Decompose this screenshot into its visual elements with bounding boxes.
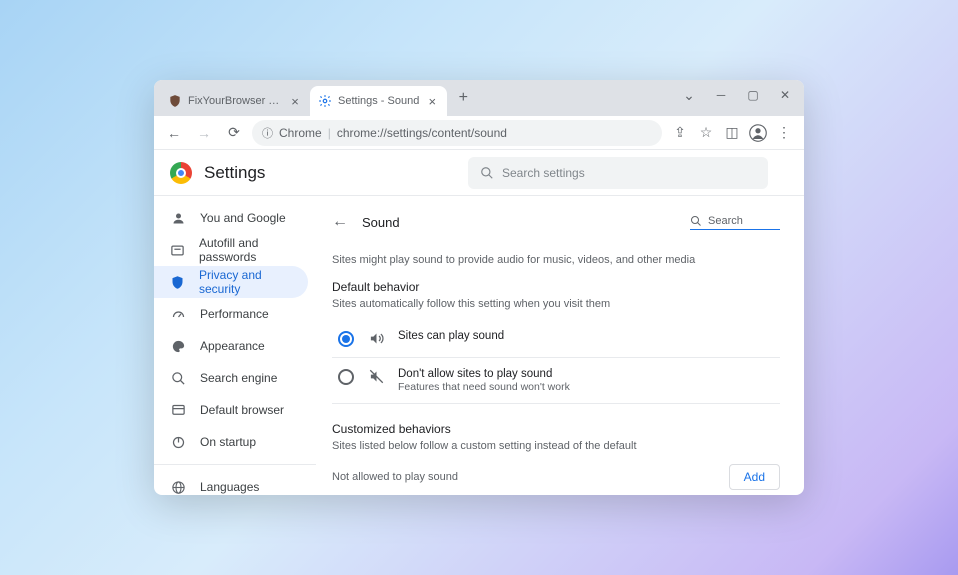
section-title: Sound xyxy=(362,215,676,230)
search-icon xyxy=(170,370,186,386)
add-not-allowed-button[interactable]: Add xyxy=(729,464,780,490)
radio-allow-sound[interactable]: Sites can play sound xyxy=(332,320,780,358)
page-title: Settings xyxy=(204,163,265,183)
favicon-shield-icon xyxy=(168,94,182,108)
default-behavior-title: Default behavior xyxy=(332,280,780,294)
site-row: https://fixyourbrowser.com:443 ▸ ⋮ xyxy=(332,490,780,495)
volume-mute-icon xyxy=(368,369,384,384)
sidepanel-icon[interactable]: ◫ xyxy=(720,121,744,145)
tab-close-icon[interactable]: × xyxy=(425,94,439,108)
radio-label: Don't allow sites to play sound xyxy=(398,368,570,380)
sidebar-item-languages[interactable]: Languages xyxy=(154,471,316,495)
globe-icon xyxy=(170,479,186,495)
window-controls: ⌄ ─ ▢ ✕ xyxy=(674,80,800,110)
intro-text: Sites might play sound to provide audio … xyxy=(332,254,780,266)
bookmark-icon[interactable]: ☆ xyxy=(694,121,718,145)
tab-settings[interactable]: Settings - Sound × xyxy=(310,86,447,116)
tab-label: Settings - Sound xyxy=(338,95,419,107)
toolbar: ← → ⟳ ⓘ Chrome | chrome://settings/conte… xyxy=(154,116,804,150)
volume-icon xyxy=(368,331,384,346)
sidebar: You and Google Autofill and passwords Pr… xyxy=(154,196,316,495)
profile-icon[interactable] xyxy=(746,121,770,145)
forward-button[interactable]: → xyxy=(192,121,216,145)
main-panel: ← Sound Search Sites might play sound to… xyxy=(316,196,804,495)
custom-title: Customized behaviors xyxy=(332,422,780,436)
tab-fixyourbrowser[interactable]: FixYourBrowser - Your Trusted S… × xyxy=(160,86,310,116)
titlebar: FixYourBrowser - Your Trusted S… × Setti… xyxy=(154,80,804,116)
speedometer-icon xyxy=(170,306,186,322)
search-icon xyxy=(690,215,702,227)
site-info-icon[interactable]: ⓘ xyxy=(262,125,273,141)
radio-selected-icon xyxy=(338,331,354,347)
not-allowed-label: Not allowed to play sound xyxy=(332,471,458,483)
default-behavior-sub: Sites automatically follow this setting … xyxy=(332,298,780,310)
person-icon xyxy=(170,210,186,226)
not-allowed-header: Not allowed to play sound Add xyxy=(332,464,780,490)
browser-window: FixYourBrowser - Your Trusted S… × Setti… xyxy=(154,80,804,495)
reload-button[interactable]: ⟳ xyxy=(222,121,246,145)
custom-sub: Sites listed below follow a custom setti… xyxy=(332,440,780,452)
minimize-icon[interactable]: ─ xyxy=(706,83,736,107)
tab-search-icon[interactable]: ⌄ xyxy=(674,83,704,107)
autofill-icon xyxy=(170,242,185,258)
tab-close-icon[interactable]: × xyxy=(288,94,302,108)
favicon-gear-icon xyxy=(318,94,332,108)
search-settings-input[interactable]: Search settings xyxy=(468,157,768,189)
url-prefix: Chrome xyxy=(279,126,322,140)
sidebar-divider xyxy=(154,464,316,465)
page-search-input[interactable]: Search xyxy=(690,215,780,230)
maximize-icon[interactable]: ▢ xyxy=(738,83,768,107)
radio-unselected-icon xyxy=(338,369,354,385)
sidebar-item-autofill[interactable]: Autofill and passwords xyxy=(154,234,316,266)
search-icon xyxy=(480,166,494,180)
back-button[interactable]: ← xyxy=(162,121,186,145)
new-tab-button[interactable]: + xyxy=(451,86,475,110)
content: Settings Search settings You and Google … xyxy=(154,150,804,495)
address-bar[interactable]: ⓘ Chrome | chrome://settings/content/sou… xyxy=(252,120,662,146)
search-placeholder: Search settings xyxy=(502,166,585,180)
menu-icon[interactable]: ⋮ xyxy=(772,121,796,145)
settings-header: Settings Search settings xyxy=(154,150,804,196)
radio-label: Sites can play sound xyxy=(398,330,504,342)
settings-body: You and Google Autofill and passwords Pr… xyxy=(154,196,804,495)
shield-icon xyxy=(170,274,185,290)
main-header: ← Sound Search xyxy=(332,204,780,240)
sidebar-item-search-engine[interactable]: Search engine xyxy=(154,362,316,394)
power-icon xyxy=(170,434,186,450)
tab-label: FixYourBrowser - Your Trusted S… xyxy=(188,95,282,107)
sidebar-item-default-browser[interactable]: Default browser xyxy=(154,394,316,426)
sidebar-item-appearance[interactable]: Appearance xyxy=(154,330,316,362)
close-window-icon[interactable]: ✕ xyxy=(770,83,800,107)
sidebar-item-you-and-google[interactable]: You and Google xyxy=(154,202,316,234)
share-icon[interactable]: ⇪ xyxy=(668,121,692,145)
sidebar-item-privacy[interactable]: Privacy and security xyxy=(154,266,308,298)
radio-sublabel: Features that need sound won't work xyxy=(398,381,570,393)
radio-mute-sound[interactable]: Don't allow sites to play sound Features… xyxy=(332,358,780,404)
url-path: chrome://settings/content/sound xyxy=(337,126,507,140)
sidebar-item-startup[interactable]: On startup xyxy=(154,426,316,458)
chrome-logo-icon xyxy=(170,162,192,184)
sidebar-item-performance[interactable]: Performance xyxy=(154,298,316,330)
paint-icon xyxy=(170,338,186,354)
browser-icon xyxy=(170,402,186,418)
back-arrow-icon[interactable]: ← xyxy=(332,213,348,231)
